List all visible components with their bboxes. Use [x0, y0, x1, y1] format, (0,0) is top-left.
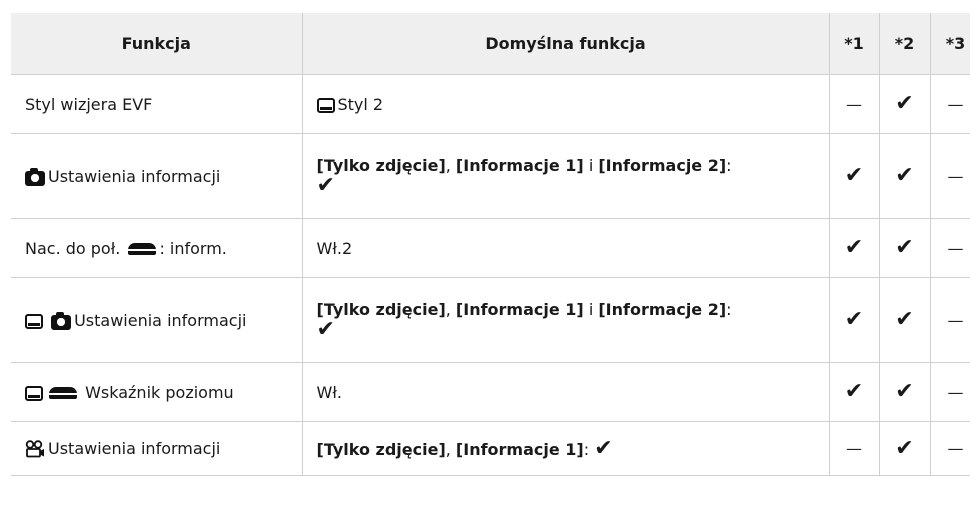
table-row: Wskaźnik poziomu Wł. ✔ ✔ —	[11, 362, 970, 422]
function-cell: Ustawienia informacji	[11, 277, 303, 363]
function-cell: Styl wizjera EVF	[11, 74, 303, 134]
table-row: Ustawienia informacji [Tylko zdjęcie], […	[11, 421, 970, 476]
note1-cell: ✔	[829, 277, 880, 363]
note1-cell: ✔	[829, 218, 880, 278]
note3-cell: —	[930, 421, 970, 476]
note1-cell: ✔	[829, 133, 880, 219]
check-icon: ✔	[594, 435, 613, 461]
check-icon: ✔	[844, 235, 864, 260]
check-icon: ✔	[316, 316, 335, 342]
check-icon: ✔	[895, 379, 914, 404]
table-header: Funkcja Domyślna funkcja *1 *2 *3	[11, 13, 970, 75]
table-row: Nac. do poł. : inform. Wł.2 ✔ ✔ —	[11, 218, 970, 278]
table-row: Styl wizjera EVF Styl 2 — ✔ —	[11, 74, 970, 134]
function-cell: Ustawienia informacji	[11, 133, 303, 219]
check-icon: ✔	[844, 379, 864, 404]
evf-icon	[316, 97, 335, 113]
note1-cell: —	[829, 74, 880, 134]
level-gauge-icon	[49, 387, 77, 399]
note3-cell: —	[930, 277, 970, 363]
default-cell: [Tylko zdjęcie], [Informacje 1] i [Infor…	[302, 133, 830, 219]
check-icon: ✔	[316, 172, 335, 198]
movie-icon	[25, 440, 44, 458]
note3-cell: —	[930, 218, 970, 278]
header-funkcja: Funkcja	[11, 13, 303, 75]
check-icon: ✔	[895, 91, 914, 116]
table-row: Ustawienia informacji [Tylko zdjęcie], […	[11, 133, 970, 219]
header-domyslna-funkcja: Domyślna funkcja	[302, 13, 830, 75]
note2-cell: ✔	[879, 133, 931, 219]
camera-icon	[51, 311, 72, 330]
default-cell: Styl 2	[302, 74, 830, 134]
evf-icon	[25, 385, 43, 401]
default-cell: Wł.	[302, 362, 830, 422]
function-cell: Wskaźnik poziomu	[11, 362, 303, 422]
level-gauge-icon	[128, 243, 157, 255]
header-note-2: *2	[879, 13, 931, 75]
header-note-1: *1	[829, 13, 880, 75]
check-icon: ✔	[844, 163, 864, 188]
note3-cell: —	[930, 133, 970, 219]
check-icon: ✔	[844, 307, 864, 332]
settings-table: Funkcja Domyślna funkcja *1 *2 *3 Styl w…	[11, 13, 970, 476]
note3-cell: —	[930, 362, 970, 422]
default-cell: Wł.2	[302, 218, 830, 278]
note2-cell: ✔	[879, 421, 931, 476]
note2-cell: ✔	[879, 218, 931, 278]
note2-cell: ✔	[879, 277, 931, 363]
check-icon: ✔	[895, 307, 914, 332]
check-icon: ✔	[895, 235, 914, 260]
function-cell: Nac. do poł. : inform.	[11, 218, 303, 278]
header-note-3: *3	[930, 13, 970, 75]
function-cell: Ustawienia informacji	[11, 421, 303, 476]
note2-cell: ✔	[879, 74, 931, 134]
check-icon: ✔	[895, 435, 914, 461]
default-cell: [Tylko zdjęcie], [Informacje 1] i [Infor…	[302, 277, 830, 363]
evf-icon	[25, 313, 43, 329]
default-cell: [Tylko zdjęcie], [Informacje 1]: ✔	[302, 421, 830, 476]
note1-cell: —	[829, 421, 880, 476]
check-icon: ✔	[895, 163, 914, 188]
note3-cell: —	[930, 74, 970, 134]
note2-cell: ✔	[879, 362, 931, 422]
camera-icon	[25, 167, 45, 186]
note1-cell: ✔	[829, 362, 880, 422]
table-row: Ustawienia informacji [Tylko zdjęcie], […	[11, 277, 970, 363]
